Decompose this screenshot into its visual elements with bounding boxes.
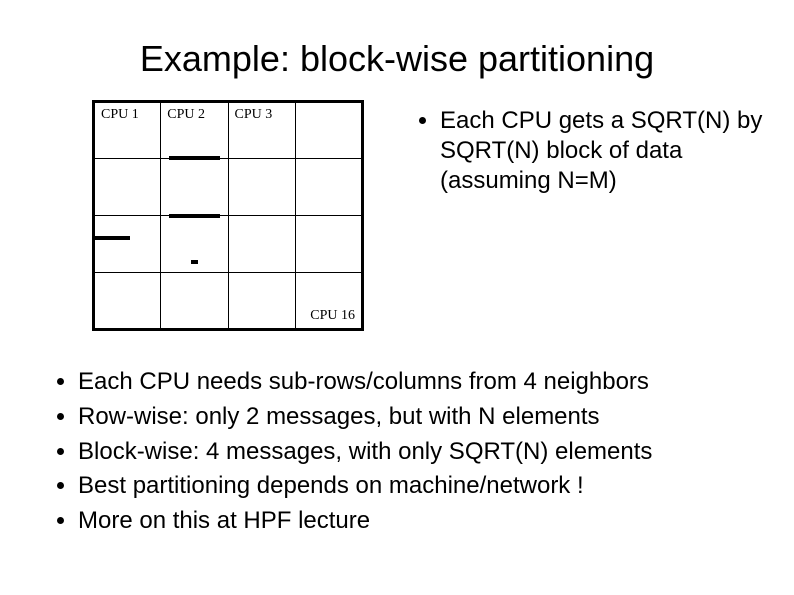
cell-cpu2: CPU 2: [161, 102, 228, 159]
grid-cell: [161, 273, 228, 330]
grid-cell: [228, 216, 295, 273]
grid-cell: [228, 273, 295, 330]
grid-cell: [94, 216, 161, 273]
slide-title: Example: block-wise partitioning: [0, 0, 794, 100]
upper-section: CPU 1 CPU 2 CPU 3 CPU 16: [0, 100, 794, 331]
grid-cell: [94, 159, 161, 216]
right-bullet-block: Each CPU gets a SQRT(N) by SQRT(N) block…: [416, 106, 764, 196]
lower-bullets: Each CPU needs sub-rows/columns from 4 n…: [0, 331, 794, 539]
right-bullet-item: Each CPU gets a SQRT(N) by SQRT(N) block…: [440, 106, 764, 196]
grid-cell: [94, 273, 161, 330]
cell-cpu1: CPU 1: [94, 102, 161, 159]
bullet-item: Best partitioning depends on machine/net…: [78, 469, 764, 504]
partition-grid-wrap: CPU 1 CPU 2 CPU 3 CPU 16: [92, 100, 380, 331]
bar-icon: [191, 260, 197, 264]
bullet-item: Each CPU needs sub-rows/columns from 4 n…: [78, 365, 764, 400]
cpu2-label: CPU 2: [167, 107, 205, 122]
grid-cell: [161, 216, 228, 273]
bar-icon: [169, 214, 219, 218]
partition-grid: CPU 1 CPU 2 CPU 3 CPU 16: [92, 100, 364, 331]
bullet-item: More on this at HPF lecture: [78, 504, 764, 539]
bullet-item: Block-wise: 4 messages, with only SQRT(N…: [78, 435, 764, 470]
grid-cell: [295, 216, 362, 273]
grid-cell: [161, 159, 228, 216]
bar-icon: [93, 236, 130, 240]
cell-cpu16: CPU 16: [295, 273, 362, 330]
grid-cell: [295, 159, 362, 216]
bullet-item: Row-wise: only 2 messages, but with N el…: [78, 400, 764, 435]
grid-cell: [228, 159, 295, 216]
cell-cpu3: CPU 3: [228, 102, 295, 159]
grid-cell: [295, 102, 362, 159]
